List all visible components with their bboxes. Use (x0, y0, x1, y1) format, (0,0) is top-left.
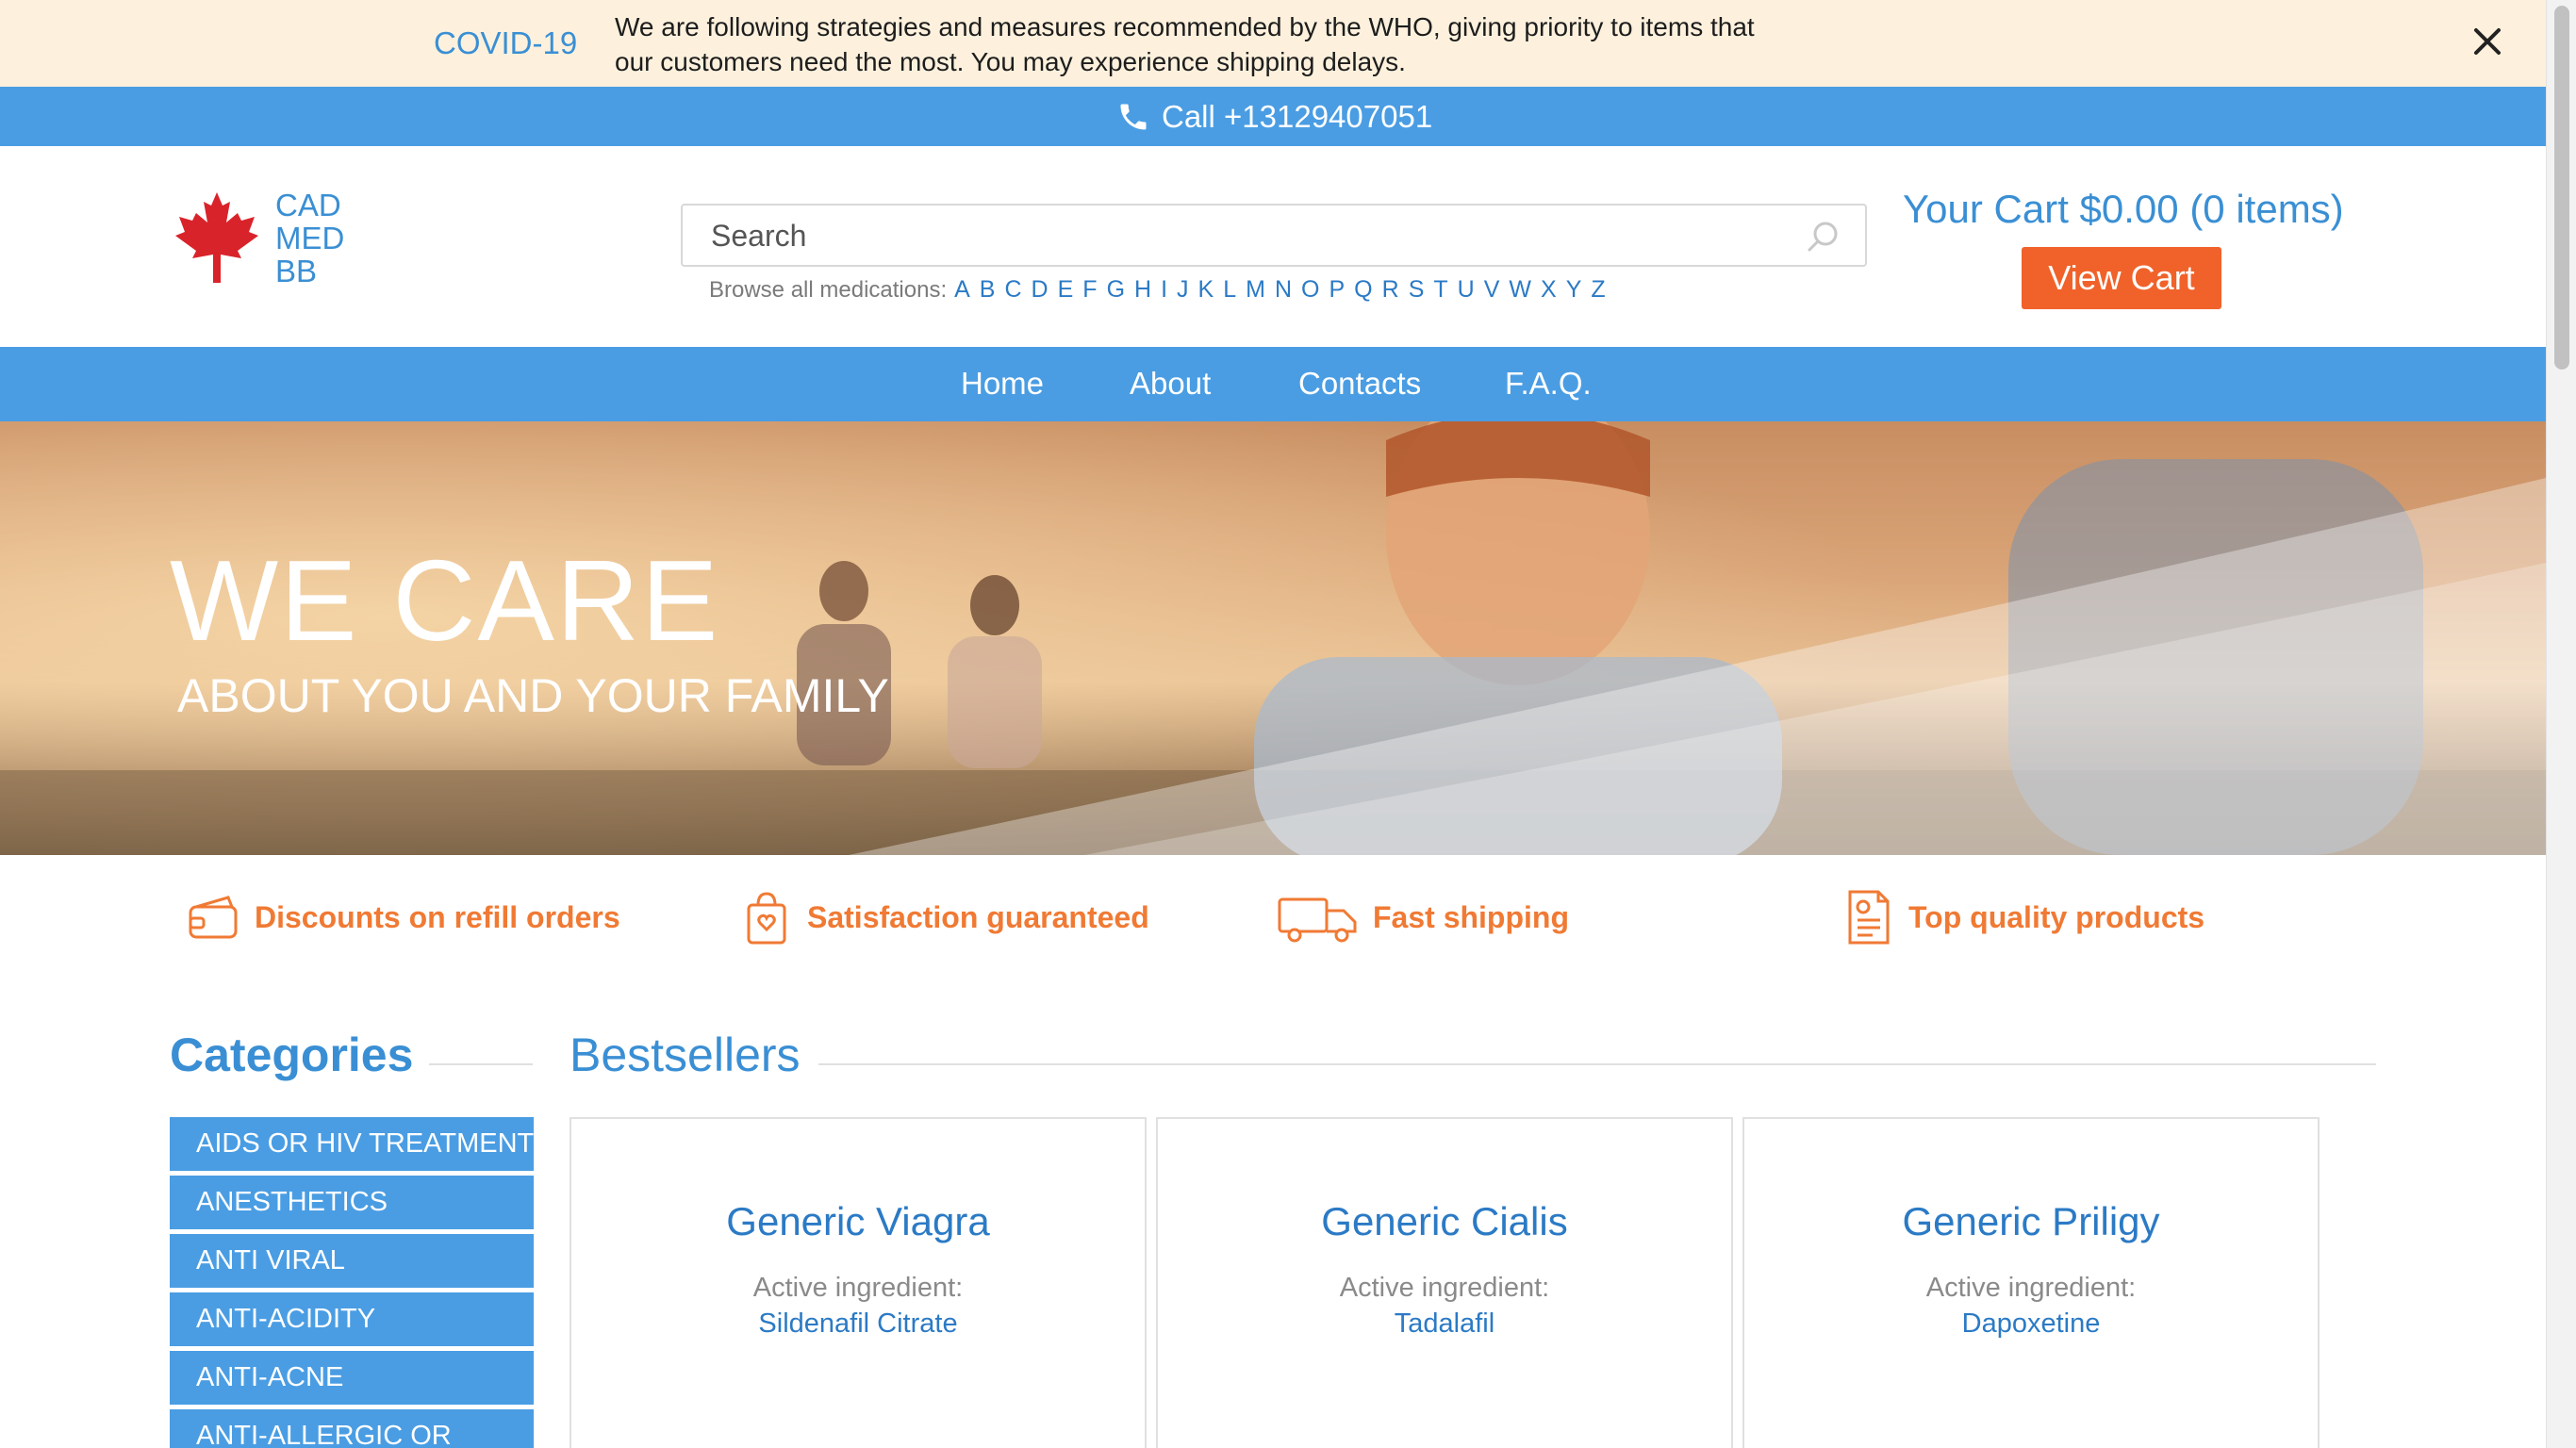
letter-link-d[interactable]: D (1032, 276, 1049, 304)
browse-label: Browse all medications: (709, 277, 948, 303)
nav-faq[interactable]: F.A.Q. (1505, 366, 1592, 402)
product-name[interactable]: Generic Cialis (1158, 1199, 1731, 1244)
nav-contacts[interactable]: Contacts (1298, 366, 1421, 402)
covid-banner: COVID-19 We are following strategies and… (0, 0, 2546, 87)
ingredient-link[interactable]: Tadalafil (1158, 1308, 1731, 1340)
letter-link-f[interactable]: F (1082, 276, 1097, 304)
letter-link-r[interactable]: R (1382, 276, 1399, 304)
letter-link-a[interactable]: A (954, 276, 970, 304)
letter-link-c[interactable]: C (1004, 276, 1021, 304)
brand-line-3: BB (275, 254, 318, 288)
product-card[interactable]: Generic Cialis Active ingredient: Tadala… (1156, 1117, 1733, 1448)
letter-link-x[interactable]: X (1541, 276, 1557, 304)
feature-label: Fast shipping (1373, 899, 1569, 934)
shopping-bag-heart-icon (747, 892, 786, 945)
scrollbar-thumb[interactable] (2554, 6, 2569, 370)
bestsellers-heading: Bestsellers (570, 1028, 801, 1081)
letter-link-g[interactable]: G (1107, 276, 1125, 304)
feature-quality: Top quality products (1839, 884, 2204, 950)
phone-icon (1120, 104, 1147, 130)
letter-link-i[interactable]: I (1161, 276, 1167, 304)
category-anti-acidity[interactable]: ANTI-ACIDITY (170, 1292, 534, 1346)
letter-link-q[interactable]: Q (1354, 276, 1372, 304)
main-nav: Home About Contacts F.A.Q. (0, 347, 2546, 421)
letter-link-j[interactable]: J (1177, 276, 1189, 304)
search-input[interactable] (711, 217, 1748, 255)
product-card[interactable]: Generic Viagra Active ingredient: Silden… (570, 1117, 1147, 1448)
letter-link-z[interactable]: Z (1591, 276, 1605, 304)
letter-link-b[interactable]: B (980, 276, 996, 304)
divider (818, 1063, 2376, 1065)
categories-heading: Categories (170, 1028, 414, 1081)
alphabet-links: ABCDEFGHIJKLMNOPQRSTUVWXYZ (954, 276, 1615, 304)
ingredient-label: Active ingredient: (1339, 1273, 1550, 1303)
certificate-icon (1848, 890, 1890, 945)
scrollbar[interactable] (2546, 0, 2576, 1448)
nav-home[interactable]: Home (961, 366, 1044, 402)
category-anti-viral[interactable]: ANTI VIRAL (170, 1234, 534, 1288)
letter-link-y[interactable]: Y (1566, 276, 1582, 304)
letter-link-e[interactable]: E (1058, 276, 1074, 304)
call-label: Call +13129407051 (1162, 99, 1433, 134)
feature-label: Satisfaction guaranteed (807, 899, 1149, 934)
categories-list: AIDS OR HIV TREATMENT ANESTHETICS ANTI V… (170, 1117, 534, 1448)
category-aids-hiv[interactable]: AIDS OR HIV TREATMENT (170, 1117, 534, 1171)
ingredient-link[interactable]: Sildenafil Citrate (571, 1308, 1145, 1340)
wallet-icon (189, 896, 238, 939)
hero-title: WE CARE (170, 536, 720, 665)
category-anti-allergic[interactable]: ANTI-ALLERGIC OR (170, 1409, 534, 1448)
brand-name[interactable]: CAD MED BB (275, 189, 344, 288)
product-card[interactable]: Generic Priligy Active ingredient: Dapox… (1742, 1117, 2320, 1448)
divider (429, 1063, 533, 1065)
letter-link-m[interactable]: M (1246, 276, 1265, 304)
hero-banner: WE CARE ABOUT YOU AND YOUR FAMILY (0, 421, 2546, 855)
letter-link-h[interactable]: H (1134, 276, 1151, 304)
letter-link-l[interactable]: L (1223, 276, 1236, 304)
letter-link-u[interactable]: U (1458, 276, 1475, 304)
call-link[interactable]: Call +13129407051 (1116, 99, 1432, 135)
truck-icon (1278, 897, 1357, 943)
ingredient-label: Active ingredient: (752, 1273, 964, 1303)
search-icon[interactable] (1805, 218, 1842, 255)
covid-title: COVID-19 (434, 25, 578, 60)
view-cart-button[interactable]: View Cart (2022, 247, 2221, 309)
feature-label: Top quality products (1908, 899, 2205, 934)
letter-link-p[interactable]: P (1329, 276, 1345, 304)
category-anesthetics[interactable]: ANESTHETICS (170, 1176, 534, 1229)
nav-about[interactable]: About (1130, 366, 1211, 402)
product-name[interactable]: Generic Priligy (1744, 1199, 2318, 1244)
feature-satisfaction: Satisfaction guaranteed (737, 884, 1149, 950)
call-bar: Call +13129407051 (0, 87, 2546, 146)
covid-message: We are following strategies and measures… (615, 12, 1755, 76)
feature-shipping: Fast shipping (1275, 884, 1569, 950)
browse-medications: Browse all medications: ABCDEFGHIJKLMNOP… (709, 276, 1615, 304)
brand-line-1: CAD (275, 188, 341, 222)
letter-link-k[interactable]: K (1198, 276, 1214, 304)
category-anti-acne[interactable]: ANTI-ACNE (170, 1351, 534, 1405)
letter-link-v[interactable]: V (1484, 276, 1500, 304)
letter-link-o[interactable]: O (1301, 276, 1319, 304)
letter-link-t[interactable]: T (1433, 276, 1447, 304)
ingredient-link[interactable]: Dapoxetine (1744, 1308, 2318, 1340)
feature-discounts: Discounts on refill orders (185, 884, 620, 950)
letter-link-n[interactable]: N (1275, 276, 1292, 304)
letter-link-w[interactable]: W (1509, 276, 1531, 304)
search-box (681, 204, 1867, 267)
feature-label: Discounts on refill orders (255, 899, 620, 934)
product-name[interactable]: Generic Viagra (571, 1199, 1145, 1244)
brand-line-2: MED (275, 221, 345, 255)
close-icon[interactable] (2469, 23, 2506, 60)
ingredient-label: Active ingredient: (1925, 1273, 2137, 1303)
cart-summary[interactable]: Your Cart $0.00 (0 items) (1903, 187, 2344, 232)
letter-link-s[interactable]: S (1409, 276, 1425, 304)
hero-subtitle: ABOUT YOU AND YOUR FAMILY (177, 669, 889, 722)
